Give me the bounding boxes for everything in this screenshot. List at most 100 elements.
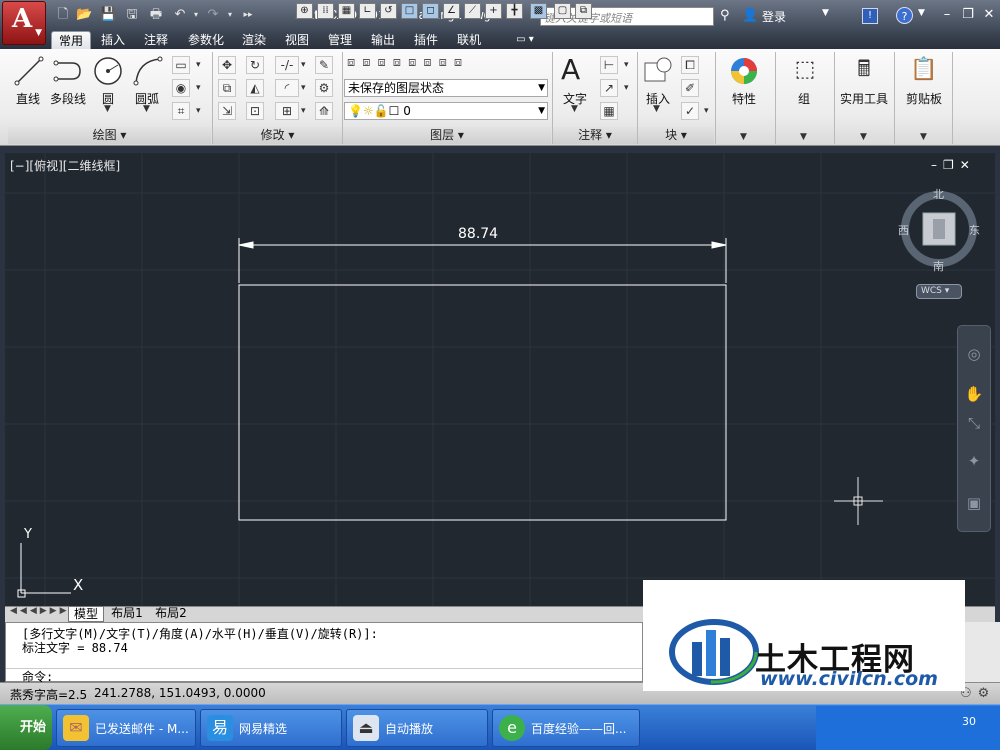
redo-dropdown-icon[interactable]: ▾ <box>222 7 238 23</box>
chevron-down-icon[interactable]: ▾ <box>624 83 629 93</box>
dimension-icon[interactable]: ⊢ <box>600 56 618 74</box>
dimension-line[interactable] <box>238 238 727 283</box>
panel-toggle-icon[interactable]: ▭ ▾ <box>510 31 540 49</box>
chevron-down-icon[interactable]: ▼ <box>143 104 150 114</box>
object-snap-icon[interactable]: □ <box>401 3 418 19</box>
edit-block-icon[interactable]: ✐ <box>681 79 699 97</box>
print-icon[interactable]: 🖶 <box>148 7 164 23</box>
viewport-window-controls[interactable]: –❐✕ <box>931 158 976 172</box>
create-block-icon[interactable]: ⧠ <box>681 56 699 74</box>
chevron-down-icon[interactable]: ▾ <box>704 106 709 116</box>
block-panel-title[interactable]: 块 ▾ <box>638 127 714 144</box>
draw-panel-title[interactable]: 绘图 ▾ <box>8 127 211 144</box>
chevron-down-icon[interactable]: ▼ <box>571 104 578 114</box>
chevron-down-icon[interactable]: ▼ <box>653 104 660 114</box>
ortho-mode-icon[interactable]: ∟ <box>359 3 376 19</box>
zoom-extents-icon[interactable]: ⤡ <box>963 412 985 434</box>
tab-render[interactable]: 渲染 <box>237 31 271 49</box>
clock[interactable]: 30 <box>962 715 976 728</box>
rectangle-shape[interactable] <box>238 284 727 521</box>
stretch-icon[interactable]: ⇲ <box>218 102 236 120</box>
workspace-icons[interactable]: ⚇⚙ <box>960 686 995 701</box>
minimize-icon[interactable]: – <box>940 8 954 22</box>
lineweight-icon[interactable]: ╋ <box>506 3 523 19</box>
chevron-down-icon[interactable]: ▾ <box>301 60 306 70</box>
customize-qat-icon[interactable]: ▸▸ <box>240 7 256 23</box>
chevron-down-icon[interactable]: ▾ <box>301 106 306 116</box>
chevron-down-icon[interactable]: ▾ <box>624 60 629 70</box>
viewport-controls-label[interactable]: [−][俯视][二维线框] <box>10 157 120 174</box>
properties-button-label[interactable]: 特性 <box>726 90 762 107</box>
tab-manage[interactable]: 管理 <box>323 31 357 49</box>
transparency-icon[interactable]: ▩ <box>530 3 547 19</box>
tab-online[interactable]: 联机 <box>452 31 486 49</box>
line-icon[interactable] <box>14 55 44 87</box>
tab-layout1[interactable]: 布局1 <box>108 606 146 622</box>
leader-icon[interactable]: ↗ <box>600 79 618 97</box>
infer-constraints-icon[interactable]: ⊕ <box>296 3 313 19</box>
tab-annotate[interactable]: 注释 <box>139 31 173 49</box>
clipboard-button-label[interactable]: 剪贴板 <box>898 90 950 107</box>
chevron-down-icon[interactable]: ▼ <box>740 132 747 142</box>
tab-parametric[interactable]: 参数化 <box>183 31 229 49</box>
color-wheel-icon[interactable] <box>728 55 760 87</box>
line-button-label[interactable]: 直线 <box>8 90 48 107</box>
close-icon[interactable]: ✕ <box>982 8 996 22</box>
wcs-button[interactable]: WCS ▾ <box>916 284 962 299</box>
taskbar-item-mail[interactable]: ✉ 已发送邮件 - M... <box>56 709 196 747</box>
polyline-icon[interactable] <box>52 55 84 87</box>
snap-mode-icon[interactable]: ⁞⁞ <box>317 3 334 19</box>
chevron-down-icon[interactable]: ▼ <box>104 104 111 114</box>
start-button[interactable]: 开始 <box>0 705 52 750</box>
move-icon[interactable]: ✥ <box>218 56 236 74</box>
copy-icon[interactable]: ⧉ <box>218 79 236 97</box>
restore-icon[interactable]: ❐ <box>961 8 975 22</box>
chevron-down-icon[interactable]: ▼ <box>822 8 829 18</box>
tab-layout2[interactable]: 布局2 <box>152 606 190 622</box>
hatch-icon[interactable]: ◉ <box>172 79 190 97</box>
chevron-down-icon[interactable]: ▾ <box>196 83 201 93</box>
pan-hand-icon[interactable]: ✋ <box>963 383 985 405</box>
chevron-down-icon[interactable]: ▾ <box>196 106 201 116</box>
calculator-icon[interactable]: 🖩 <box>850 55 878 85</box>
tab-home[interactable]: 常用 <box>51 31 91 49</box>
offset-icon[interactable]: ⟰ <box>315 102 333 120</box>
save-as-icon[interactable]: 🖫 <box>124 7 140 23</box>
explode-icon[interactable]: ⚙ <box>315 79 333 97</box>
layers-panel-title[interactable]: 图层 ▾ <box>343 127 551 144</box>
group-icon[interactable]: ⬚ <box>790 55 820 85</box>
orbit-icon[interactable]: ✦ <box>963 450 985 472</box>
text-icon[interactable]: A <box>561 53 580 86</box>
erase-icon[interactable]: ✎ <box>315 56 333 74</box>
rotate-icon[interactable]: ↻ <box>246 56 264 74</box>
undo-icon[interactable]: ↶ <box>172 7 188 23</box>
polar-tracking-icon[interactable]: ↺ <box>380 3 397 19</box>
layer-select[interactable]: 💡☼🔓☐ 0 ▼ <box>344 102 548 120</box>
boundary-icon[interactable]: ⌗ <box>172 102 190 120</box>
selection-cycling-icon[interactable]: ⧉ <box>575 3 592 19</box>
compass-north[interactable]: 北 <box>933 186 944 202</box>
chevron-down-icon[interactable]: ▾ <box>196 60 201 70</box>
binoculars-icon[interactable]: ⚲ <box>720 8 730 23</box>
tab-view[interactable]: 视图 <box>280 31 314 49</box>
polyline-button-label[interactable]: 多段线 <box>46 90 90 107</box>
annotation-panel-title[interactable]: 注释 ▾ <box>553 127 637 144</box>
layer-state-select[interactable]: 未保存的图层状态 ▼ <box>344 79 548 97</box>
taskbar-item-netease[interactable]: 易网易精选 <box>200 709 342 747</box>
groups-button-label[interactable]: 组 <box>792 90 816 107</box>
quick-properties-icon[interactable]: ▢ <box>554 3 571 19</box>
compass-east[interactable]: 东 <box>969 222 980 238</box>
grid-display-icon[interactable]: ▦ <box>338 3 355 19</box>
application-menu-button[interactable]: A ▼ <box>2 1 46 45</box>
tab-model[interactable]: 模型 <box>68 606 104 622</box>
tab-output[interactable]: 输出 <box>366 31 400 49</box>
save-icon[interactable]: 💾 <box>100 7 116 23</box>
dimension-text[interactable]: 88.74 <box>458 226 498 242</box>
compass-west[interactable]: 西 <box>898 222 909 238</box>
undo-dropdown-icon[interactable]: ▾ <box>188 7 204 23</box>
exchange-icon[interactable]: ! <box>862 8 878 24</box>
taskbar-item-autoplay[interactable]: ⏏ 自动播放 <box>346 709 488 747</box>
showmotion-icon[interactable]: ▣ <box>963 492 985 514</box>
chevron-down-icon[interactable]: ▼ <box>800 132 807 142</box>
circle-icon[interactable] <box>92 55 124 87</box>
